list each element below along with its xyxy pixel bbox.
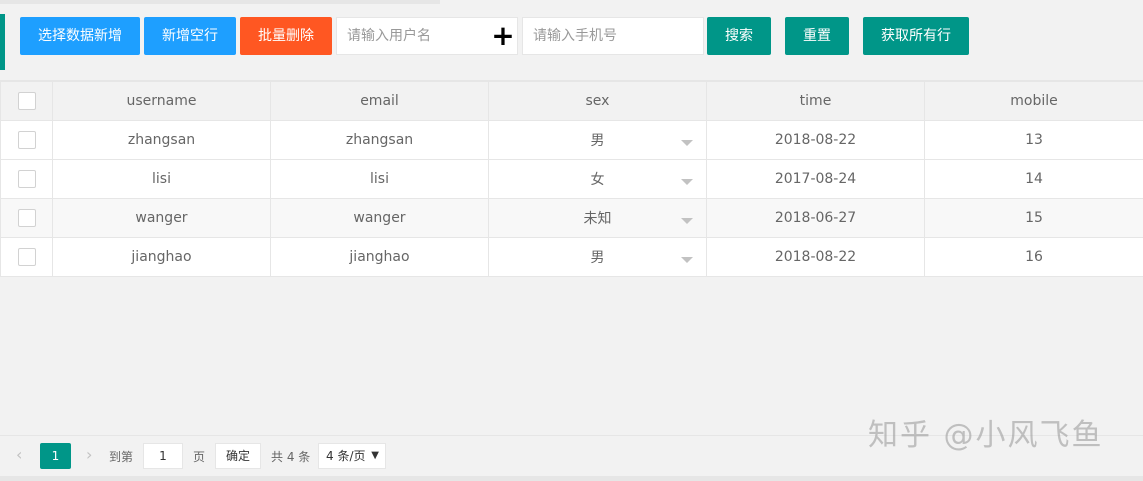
column-header-username[interactable]: username — [52, 81, 271, 121]
dropdown-caret-icon[interactable] — [681, 218, 693, 224]
confirm-button[interactable]: 确定 — [215, 443, 261, 469]
dropdown-caret-icon[interactable] — [681, 179, 693, 185]
next-page-icon[interactable]: › — [86, 445, 92, 464]
select-all-checkbox[interactable] — [17, 92, 36, 110]
batch-delete-button[interactable]: 批量删除 — [240, 17, 332, 55]
cell-username[interactable]: lisi — [52, 159, 271, 199]
cell-time[interactable]: 2017-08-24 — [706, 159, 925, 199]
cell-email[interactable]: lisi — [270, 159, 489, 199]
cell-sex-select[interactable]: 男 — [488, 120, 707, 160]
cell-time[interactable]: 2018-06-27 — [706, 198, 925, 238]
cell-username[interactable]: jianghao — [52, 237, 271, 277]
plus-icon[interactable]: + — [490, 17, 516, 55]
mobile-input[interactable]: 请输入手机号 — [522, 17, 704, 55]
column-header-sex[interactable]: sex — [488, 81, 707, 121]
data-table: username email sex time mobile zhangsan … — [0, 81, 1143, 277]
dropdown-caret-icon[interactable] — [681, 257, 693, 263]
table-row: zhangsan zhangsan 男 2018-08-22 13 — [0, 120, 1143, 160]
column-header-email[interactable]: email — [270, 81, 489, 121]
row-checkbox-cell — [0, 237, 53, 277]
reset-button[interactable]: 重置 — [785, 17, 849, 55]
row-checkbox-cell — [0, 120, 53, 160]
table-row: lisi lisi 女 2017-08-24 14 — [0, 159, 1143, 199]
sex-value: 男 — [590, 133, 605, 149]
sex-value: 女 — [590, 172, 605, 188]
data-table-container: username email sex time mobile zhangsan … — [0, 80, 1143, 435]
top-divider — [0, 0, 440, 4]
select-data-add-button[interactable]: 选择数据新增 — [20, 17, 140, 55]
total-count-label: 共 4 条 — [271, 450, 311, 464]
add-empty-row-button[interactable]: 新增空行 — [144, 17, 236, 55]
cell-email[interactable]: jianghao — [270, 237, 489, 277]
table-header-row: username email sex time mobile — [0, 81, 1143, 121]
row-checkbox-cell — [0, 159, 53, 199]
goto-label: 到第 — [109, 450, 134, 464]
dropdown-caret-icon[interactable] — [681, 140, 693, 146]
page-size-select[interactable]: 4 条/页 ▼ — [318, 443, 386, 469]
cell-sex-select[interactable]: 男 — [488, 237, 707, 277]
row-checkbox[interactable] — [17, 170, 36, 188]
table-row: jianghao jianghao 男 2018-08-22 16 — [0, 237, 1143, 277]
cell-time[interactable]: 2018-08-22 — [706, 120, 925, 160]
prev-page-icon[interactable]: ‹ — [16, 445, 22, 464]
page-size-value: 4 条/页 — [326, 449, 366, 463]
toolbar-accent-bar — [0, 14, 5, 70]
search-button[interactable]: 搜索 — [707, 17, 771, 55]
sex-value: 未知 — [583, 211, 612, 227]
bottom-divider — [0, 476, 1143, 481]
toolbar: 选择数据新增 新增空行 批量删除 请输入用户名 + 请输入手机号 搜索 重置 获… — [0, 0, 1143, 78]
cell-username[interactable]: wanger — [52, 198, 271, 238]
sex-value: 男 — [590, 250, 605, 266]
cell-mobile[interactable]: 13 — [924, 120, 1143, 160]
header-checkbox-cell — [0, 81, 53, 121]
goto-page-input[interactable]: 1 — [143, 443, 183, 469]
table-row: wanger wanger 未知 2018-06-27 15 — [0, 198, 1143, 238]
page-unit-label: 页 — [193, 450, 206, 464]
column-header-time[interactable]: time — [706, 81, 925, 121]
cell-mobile[interactable]: 16 — [924, 237, 1143, 277]
page-number-current[interactable]: 1 — [40, 443, 71, 469]
row-checkbox[interactable] — [17, 209, 36, 227]
cell-time[interactable]: 2018-08-22 — [706, 237, 925, 277]
row-checkbox-cell — [0, 198, 53, 238]
cell-sex-select[interactable]: 未知 — [488, 198, 707, 238]
select-caret-icon: ▼ — [371, 450, 379, 461]
cell-email[interactable]: zhangsan — [270, 120, 489, 160]
cell-username[interactable]: zhangsan — [52, 120, 271, 160]
row-checkbox[interactable] — [17, 131, 36, 149]
get-all-rows-button[interactable]: 获取所有行 — [863, 17, 969, 55]
cell-mobile[interactable]: 15 — [924, 198, 1143, 238]
cell-mobile[interactable]: 14 — [924, 159, 1143, 199]
cell-email[interactable]: wanger — [270, 198, 489, 238]
column-header-mobile[interactable]: mobile — [924, 81, 1143, 121]
cell-sex-select[interactable]: 女 — [488, 159, 707, 199]
row-checkbox[interactable] — [17, 248, 36, 266]
watermark: 知乎 @小风飞鱼 — [868, 418, 1104, 453]
